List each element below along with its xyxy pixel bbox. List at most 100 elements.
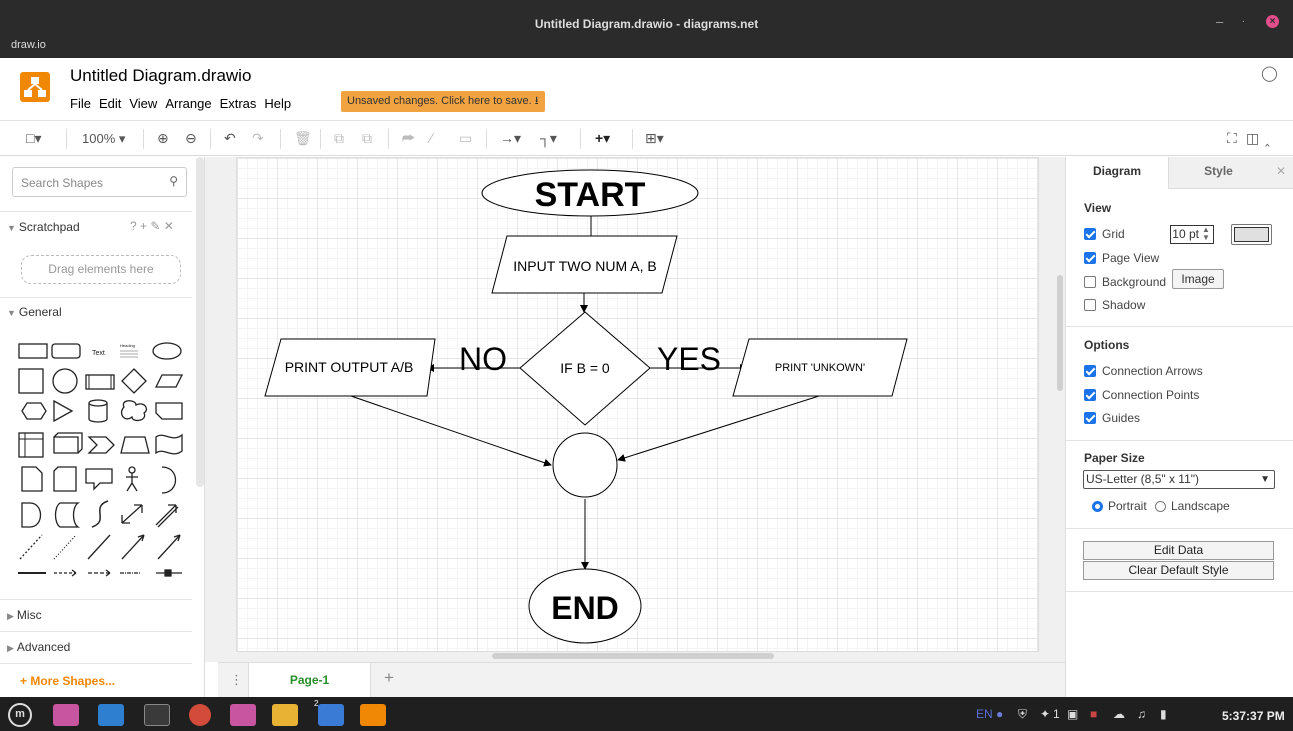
document-title[interactable]: Untitled Diagram.drawio [70,66,251,86]
delete-icon[interactable]: 🗑 [294,130,312,147]
checkbox-checked-icon[interactable] [1084,412,1096,424]
scratchpad-dropzone[interactable]: Drag elements here [21,255,181,284]
files-app-icon[interactable] [53,704,79,726]
format-panel-icon[interactable]: □▾ [26,130,41,147]
merge-node[interactable] [552,432,618,498]
tab-style[interactable]: Style [1168,157,1268,189]
scratchpad-controls[interactable]: ? + ✎ ✕ [130,219,174,233]
workspace-number[interactable]: 1 [1053,707,1060,721]
landscape-radio[interactable]: Landscape [1155,499,1230,513]
redo-icon[interactable]: ↷ [252,130,264,147]
yes-label[interactable]: YES [657,341,721,377]
start-menu-icon[interactable]: m [8,703,32,727]
checkbox-checked-icon[interactable] [1084,252,1096,264]
general-header[interactable]: ▼ General [0,305,192,319]
canvas-area[interactable]: START INPUT TWO NUM A, B IF B = 0 NO YES… [205,157,1065,662]
unsaved-changes-button[interactable]: Unsaved changes. Click here to save. ⭳ [341,91,545,112]
radio-unselected-icon[interactable] [1155,500,1166,512]
misc-header[interactable]: ▶ Misc [0,608,192,622]
more-shapes-button[interactable]: + More Shapes... [20,674,115,688]
general-shapes-palette[interactable]: Text Heading [14,337,194,582]
flag-icon[interactable]: ■ [1090,707,1097,721]
keyboard-language[interactable]: EN [976,707,993,721]
close-icon[interactable]: × [1266,15,1279,28]
to-front-icon[interactable]: ⧉ [334,130,344,147]
canvas-vertical-scrollbar[interactable] [1057,275,1063,391]
drawio-app-icon[interactable] [360,704,386,726]
menu-help[interactable]: Help [264,96,291,111]
add-page-button[interactable]: + [384,668,394,688]
menu-view[interactable]: View [129,96,157,111]
shadow-icon[interactable]: ▭ [459,130,472,147]
fullscreen-icon[interactable]: ⛶ [1227,130,1237,147]
chrome-app-icon[interactable] [189,704,211,726]
radio-selected-icon[interactable] [1092,500,1103,512]
checkbox-checked-icon[interactable] [1084,389,1096,401]
search-shapes-input[interactable]: Search Shapes ⚲ [12,167,187,197]
folder-app-icon[interactable] [230,704,256,726]
format-panel-toggle-icon[interactable]: ◫ [1246,130,1259,147]
collapse-icon[interactable]: ‸ [1265,130,1270,147]
network-icon[interactable]: ☁ [1113,707,1125,721]
edit-data-button[interactable]: Edit Data [1083,541,1274,560]
music-icon[interactable]: ♫ [1137,707,1146,721]
tab-diagram[interactable]: Diagram [1066,157,1168,189]
fill-color-icon[interactable]: ⮫ [402,130,415,147]
advanced-header[interactable]: ▶ Advanced [0,640,192,654]
close-panel-icon[interactable]: ✕ [1268,157,1293,189]
clock[interactable]: 5:37:37 PM [1222,709,1285,723]
portrait-radio[interactable]: Portrait [1092,499,1147,513]
search-icon[interactable]: ⚲ [169,174,178,188]
checkbox-checked-icon[interactable] [1084,228,1096,240]
checkbox-checked-icon[interactable] [1084,365,1096,377]
menu-arrange[interactable]: Arrange [165,96,211,111]
menu-extras[interactable]: Extras [220,96,257,111]
notification-icon[interactable]: ✦ [1040,707,1050,721]
terminal-app-icon[interactable] [144,704,170,726]
no-label[interactable]: NO [459,341,507,377]
draw-app-icon[interactable] [272,704,298,726]
line-color-icon[interactable]: ∕ [430,130,432,146]
shield-icon[interactable]: ⛨ [1018,707,1027,722]
edge-right-merge[interactable] [617,395,820,462]
battery-icon[interactable]: ▮ [1160,707,1167,721]
guides-checkbox[interactable]: Guides [1084,411,1140,425]
flowchart-diagram[interactable]: START INPUT TWO NUM A, B IF B = 0 NO YES… [237,158,1040,653]
connection-arrows-checkbox[interactable]: Connection Arrows [1084,364,1203,378]
grid-color-button[interactable] [1231,224,1272,245]
vscode-app-icon[interactable] [98,704,124,726]
connection-points-checkbox[interactable]: Connection Points [1084,388,1199,402]
heading-shape[interactable]: Heading [120,343,135,348]
page-view-checkbox[interactable]: Page View [1084,251,1159,265]
to-back-icon[interactable]: ⧉ [362,130,372,147]
restore-icon[interactable]: ∙ [1242,16,1245,27]
text-editor-app-icon[interactable] [318,704,344,726]
grid-size-stepper[interactable]: ▲ ▼ [1202,226,1210,242]
shadow-checkbox[interactable]: Shadow [1084,298,1145,312]
globe-icon[interactable]: ◯ [1261,64,1278,82]
minimize-icon[interactable]: – [1216,14,1223,29]
pages-menu-icon[interactable]: ⋮ [230,672,243,688]
text-shape[interactable]: Text [92,350,105,357]
zoom-dropdown[interactable]: 100% ▾ [82,131,125,147]
tab-page-1[interactable]: Page-1 [248,663,371,698]
paper-size-select[interactable]: US-Letter (8,5" x 11") ▼ [1083,470,1275,489]
checkbox-unchecked-icon[interactable] [1084,276,1096,288]
canvas-horizontal-scrollbar[interactable] [492,653,774,659]
grid-checkbox[interactable]: Grid [1084,227,1125,241]
checkbox-unchecked-icon[interactable] [1084,299,1096,311]
menu-file[interactable]: File [70,96,91,111]
clipboard-icon[interactable]: ▣ [1067,707,1078,721]
edge-left-merge[interactable] [350,395,552,467]
clear-default-style-button[interactable]: Clear Default Style [1083,561,1274,580]
undo-icon[interactable]: ↶ [224,130,236,147]
menu-edit[interactable]: Edit [99,96,121,111]
zoom-in-icon[interactable]: ⊕ [157,130,169,147]
insert-icon[interactable]: +▾ [595,130,610,147]
diagram-page[interactable]: START INPUT TWO NUM A, B IF B = 0 NO YES… [236,157,1039,652]
teams-icon[interactable]: ● [996,707,1003,721]
connection-icon[interactable]: →▾ [500,130,521,147]
waypoints-icon[interactable]: ┐▾ [540,130,557,147]
zoom-out-icon[interactable]: ⊖ [185,130,197,147]
background-checkbox[interactable]: Background [1084,275,1166,289]
